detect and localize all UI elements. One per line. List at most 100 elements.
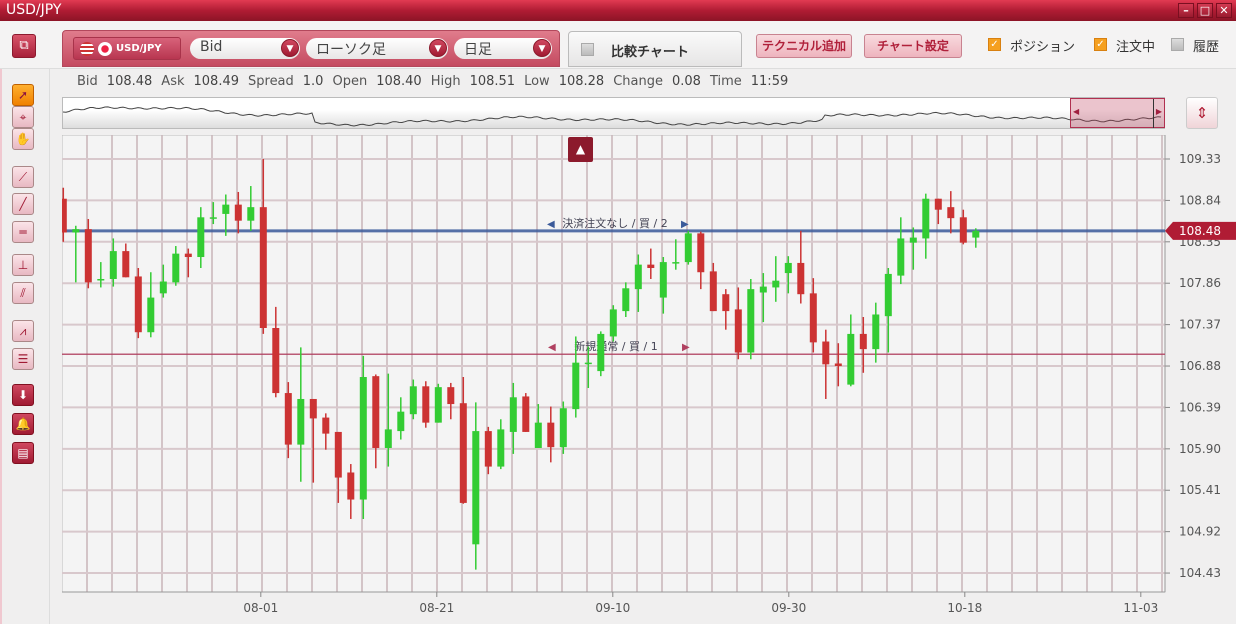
candle-body[interactable] <box>172 253 180 283</box>
candle-body[interactable] <box>97 278 105 281</box>
candle-body[interactable] <box>809 293 817 343</box>
compare-chart-tab[interactable]: 比較チャート <box>568 31 742 67</box>
candle-body[interactable] <box>697 233 705 273</box>
candle-body[interactable] <box>622 288 630 312</box>
candle-body[interactable] <box>872 314 880 350</box>
candle-body[interactable] <box>272 328 280 394</box>
candle-body[interactable] <box>84 229 92 283</box>
candle-body[interactable] <box>122 251 130 278</box>
history-checkbox[interactable] <box>1171 38 1184 51</box>
candle-body[interactable] <box>909 237 917 243</box>
candle-body[interactable] <box>959 217 967 243</box>
candle-body[interactable] <box>472 431 480 545</box>
candle-body[interactable] <box>209 217 217 219</box>
candle-body[interactable] <box>397 411 405 432</box>
right-handle-icon[interactable]: ▶ <box>1156 107 1162 116</box>
candle-body[interactable] <box>134 276 142 333</box>
fibonacci-fan-tool-button[interactable]: ⩘ <box>12 320 34 342</box>
candle-body[interactable] <box>759 286 767 293</box>
candle-body[interactable] <box>834 363 842 367</box>
scale-lock-button[interactable]: ⇕ <box>1186 97 1218 129</box>
parallel-lines-tool-button[interactable]: ⫽ <box>12 282 34 304</box>
candle-body[interactable] <box>284 393 292 445</box>
candle-body[interactable] <box>534 422 542 448</box>
candle-body[interactable] <box>659 262 667 298</box>
candle-body[interactable] <box>947 207 955 219</box>
vertical-line-tool-button[interactable]: ⊥ <box>12 254 34 276</box>
candle-body[interactable] <box>222 204 230 214</box>
candle-body[interactable] <box>247 207 255 221</box>
close-button[interactable]: ✕ <box>1216 3 1232 18</box>
candle-body[interactable] <box>747 289 755 353</box>
crosshair-tool-button[interactable]: ⌖ <box>12 106 34 128</box>
candle-body[interactable] <box>109 251 117 279</box>
maximize-button[interactable]: □ <box>1197 3 1213 18</box>
candle-body[interactable] <box>509 397 517 432</box>
candle-body[interactable] <box>484 431 492 467</box>
candle-body[interactable] <box>884 273 892 317</box>
currency-pair-button[interactable]: USD/JPY <box>73 37 181 60</box>
candle-body[interactable] <box>434 387 442 423</box>
list-tool-button[interactable]: ▤ <box>12 442 34 464</box>
candle-body[interactable] <box>897 238 905 276</box>
candle-body[interactable] <box>522 396 530 432</box>
alert-bell-tool-button[interactable]: 🔔 <box>12 413 34 435</box>
candle-body[interactable] <box>62 198 67 233</box>
candle-body[interactable] <box>684 233 692 263</box>
candle-body[interactable] <box>259 207 267 328</box>
candle-body[interactable] <box>459 403 467 503</box>
candle-body[interactable] <box>934 198 942 210</box>
chart-settings-button[interactable]: チャート設定 <box>864 34 962 58</box>
trend-line-tool-button[interactable]: ⟋ <box>12 166 34 188</box>
position-checkbox[interactable]: ✓ <box>988 38 1001 51</box>
candle-body[interactable] <box>447 387 455 405</box>
price-type-select[interactable]: Bid ▼ <box>190 38 300 59</box>
line-tool-button[interactable]: ╱ <box>12 193 34 215</box>
candle-body[interactable] <box>559 408 567 448</box>
candle-body[interactable] <box>584 362 592 365</box>
hand-pan-tool-button[interactable]: ✋ <box>12 128 34 150</box>
select-arrow-tool-button[interactable]: ➚ <box>12 84 34 106</box>
candle-body[interactable] <box>709 271 717 312</box>
period-select[interactable]: 日足 ▼ <box>454 38 552 59</box>
candlestick-chart[interactable]: 109.33108.84108.35107.86107.37106.88106.… <box>62 135 1236 624</box>
candle-body[interactable] <box>72 229 80 233</box>
navigator-range-handle[interactable]: ◀ ▶ <box>1070 98 1165 128</box>
candle-body[interactable] <box>572 362 580 410</box>
candle-body[interactable] <box>497 429 505 467</box>
candle-body[interactable] <box>822 341 830 365</box>
candle-body[interactable] <box>422 386 430 423</box>
collapse-up-button[interactable]: ▲ <box>568 137 593 162</box>
orders-checkbox[interactable]: ✓ <box>1094 38 1107 51</box>
minimize-button[interactable]: – <box>1178 3 1194 18</box>
candle-body[interactable] <box>197 217 205 258</box>
candle-body[interactable] <box>647 264 655 269</box>
horizontal-line-tool-button[interactable]: ═ <box>12 221 34 243</box>
candle-body[interactable] <box>372 376 380 448</box>
chart-navigator[interactable]: ◀ ▶ <box>62 97 1165 129</box>
candle-body[interactable] <box>722 294 730 312</box>
candle-body[interactable] <box>597 333 605 372</box>
left-handle-icon[interactable]: ◀ <box>1073 107 1079 116</box>
candle-body[interactable] <box>409 386 417 415</box>
compare-checkbox[interactable] <box>581 43 594 56</box>
candle-body[interactable] <box>922 198 930 239</box>
candle-body[interactable] <box>322 417 330 434</box>
candle-body[interactable] <box>672 262 680 264</box>
fibonacci-retracement-tool-button[interactable]: ☰ <box>12 348 34 370</box>
candle-body[interactable] <box>734 309 742 353</box>
candle-body[interactable] <box>772 280 780 288</box>
candle-body[interactable] <box>147 297 155 333</box>
candle-body[interactable] <box>334 431 342 478</box>
candle-body[interactable] <box>547 422 555 448</box>
candle-body[interactable] <box>859 333 867 350</box>
candle-body[interactable] <box>972 230 980 238</box>
candle-body[interactable] <box>847 333 855 385</box>
down-arrow-tool-button[interactable]: ⬇ <box>12 384 34 406</box>
candle-body[interactable] <box>784 262 792 274</box>
window-layout-icon[interactable]: ⧉ <box>12 34 36 58</box>
candle-body[interactable] <box>359 377 367 500</box>
candle-body[interactable] <box>384 429 392 448</box>
candle-body[interactable] <box>347 472 355 500</box>
candle-body[interactable] <box>184 253 192 258</box>
